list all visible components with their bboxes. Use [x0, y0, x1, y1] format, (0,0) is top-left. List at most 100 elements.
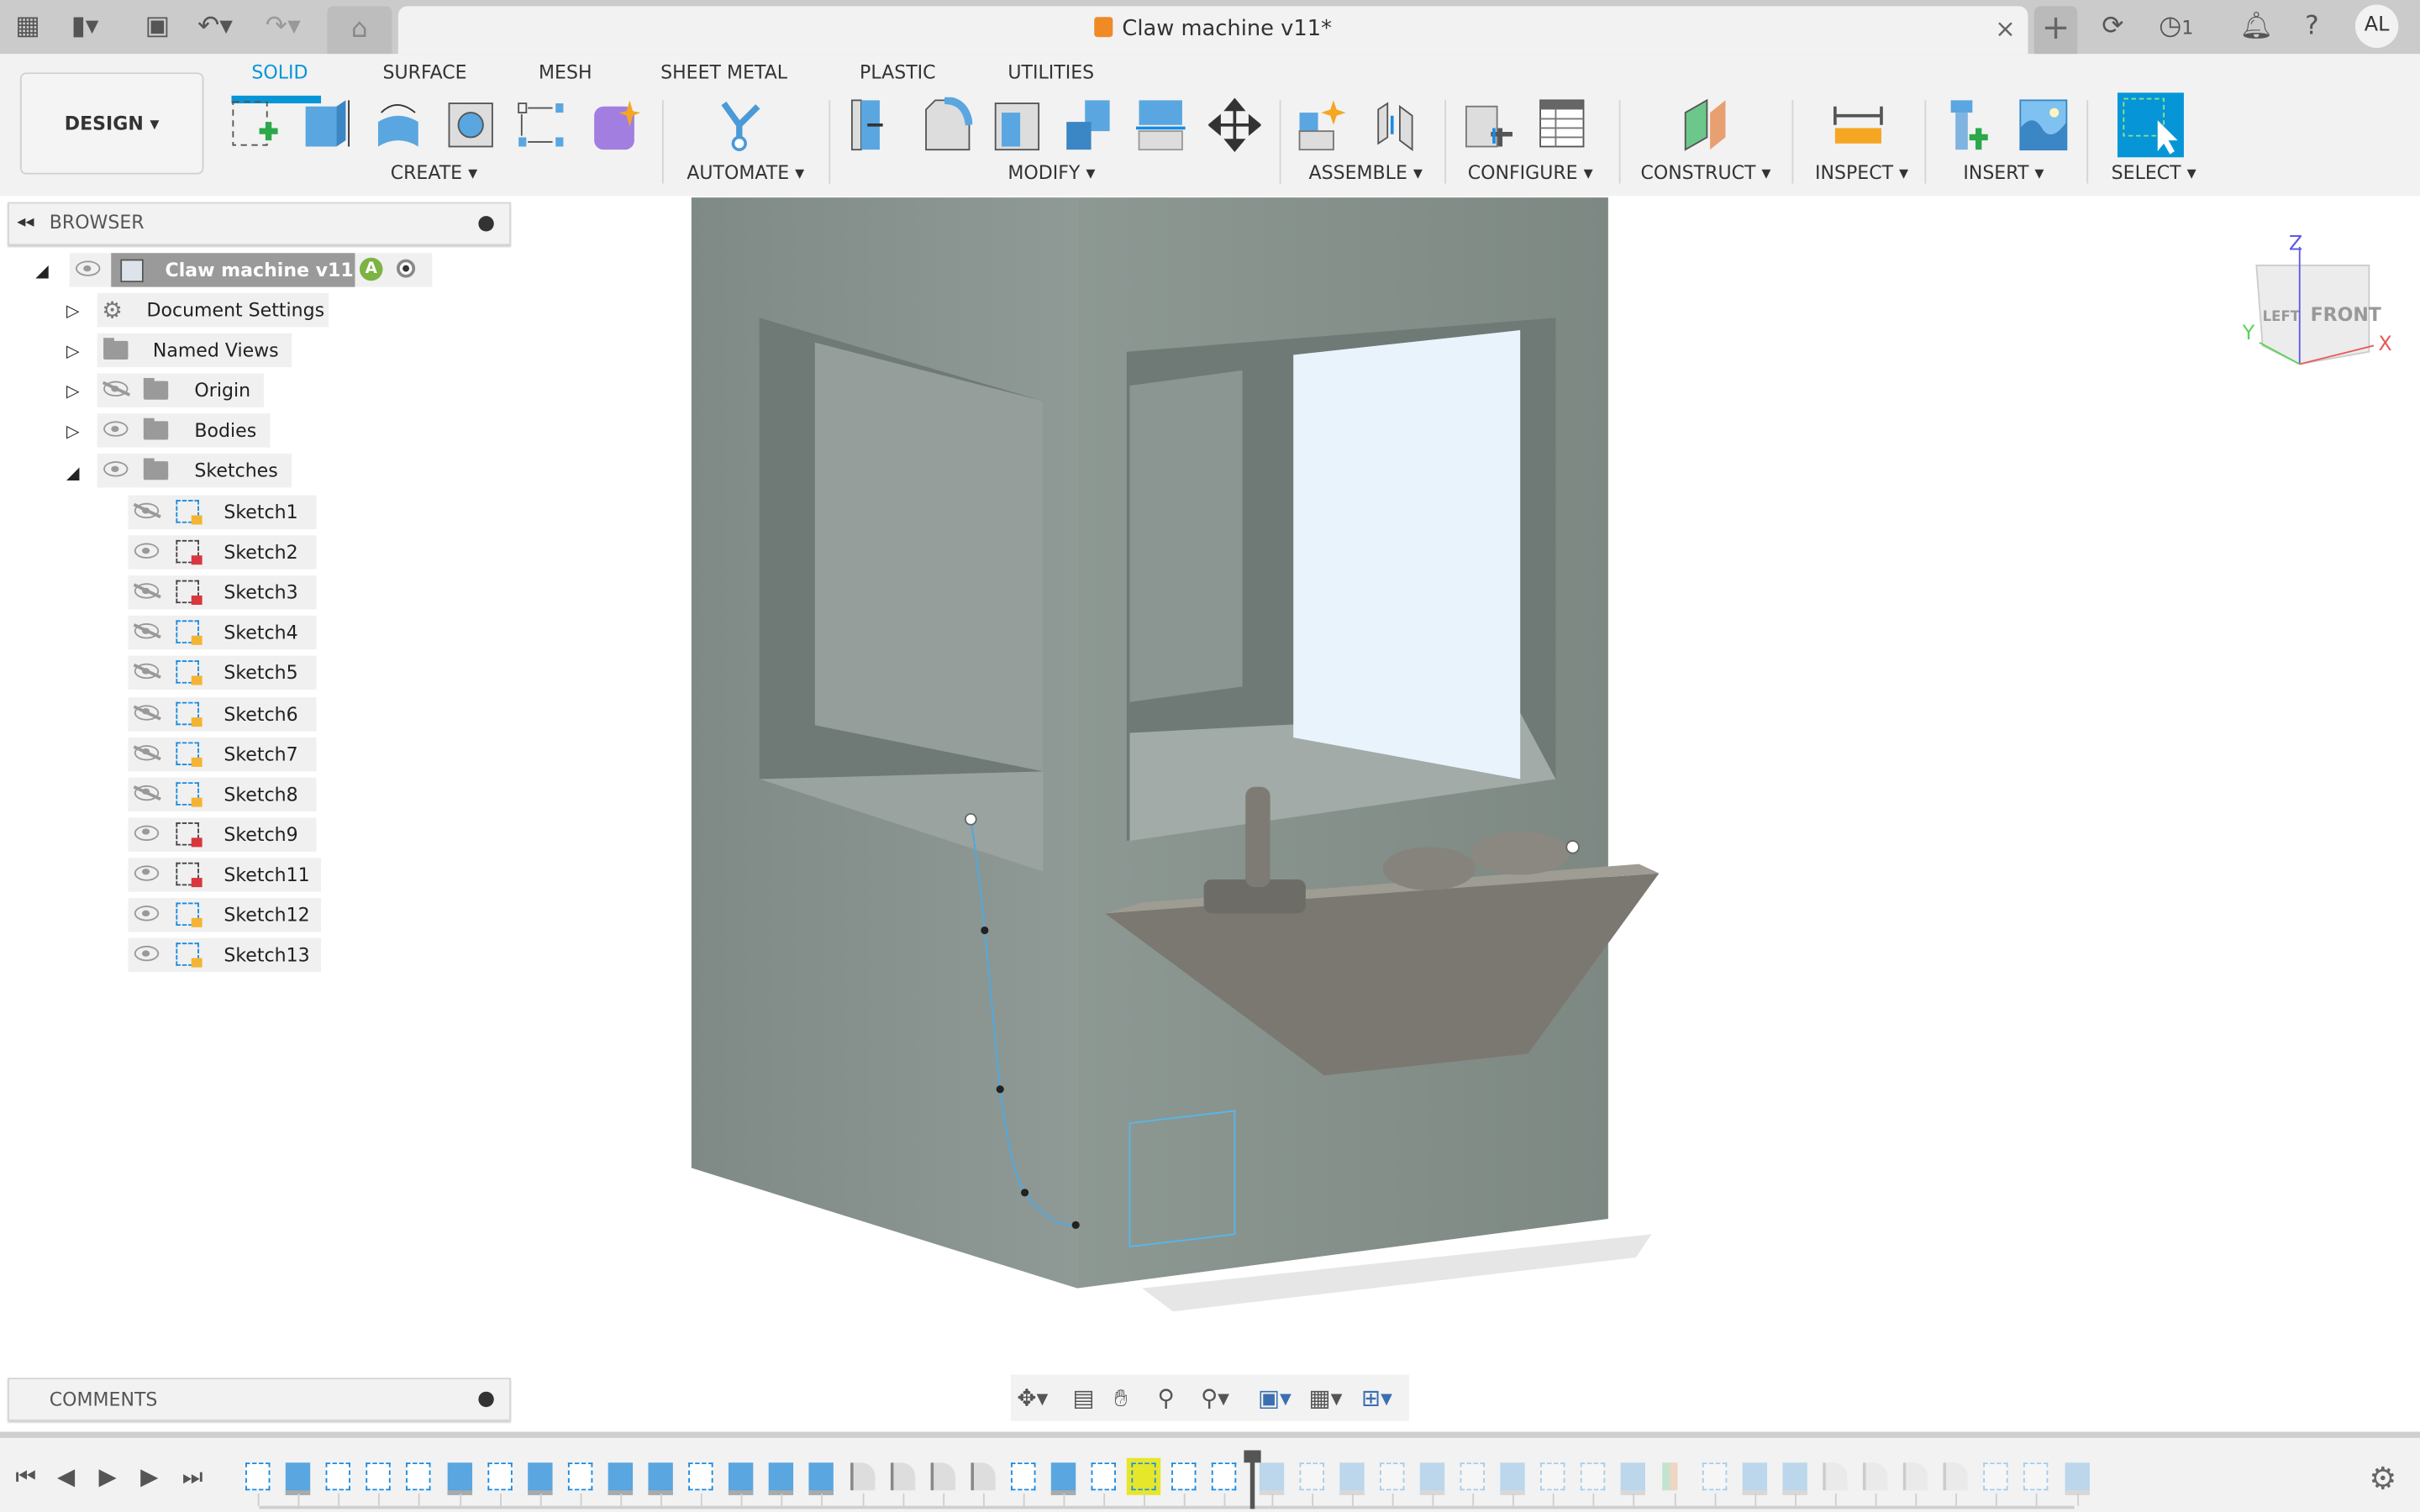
- timeline-sketch-feature[interactable]: [1212, 1462, 1237, 1491]
- expand-arrow-icon[interactable]: ▷: [66, 381, 80, 402]
- timeline-fillet-feature[interactable]: [970, 1462, 996, 1491]
- orbit-icon[interactable]: ✥▾: [1017, 1384, 1048, 1412]
- timeline-extrude-feature[interactable]: [1050, 1462, 1076, 1495]
- measure-icon[interactable]: [1832, 97, 1884, 153]
- timeline-sketch-feature[interactable]: [567, 1462, 592, 1491]
- activate-radio-icon[interactable]: [397, 259, 416, 278]
- timeline-sketch-feature[interactable]: [1379, 1462, 1405, 1491]
- timeline-extrude-feature[interactable]: [1419, 1462, 1444, 1495]
- tab-solid[interactable]: SOLID: [251, 61, 308, 83]
- visibility-eye-icon[interactable]: [76, 260, 101, 276]
- browser-item-sketch[interactable]: Sketch4: [128, 616, 317, 650]
- zoom-icon[interactable]: ⚲: [1158, 1384, 1175, 1412]
- undo-icon[interactable]: ↶▾: [197, 9, 233, 43]
- expand-arrow-icon[interactable]: ▷: [66, 421, 80, 441]
- workspace-switcher[interactable]: DESIGN ▾: [19, 72, 204, 175]
- visibility-eye-icon[interactable]: [134, 906, 160, 921]
- select-menu[interactable]: SELECT ▾: [2112, 162, 2196, 184]
- timeline-sketch-feature[interactable]: [2023, 1462, 2049, 1491]
- timeline-sketch-feature[interactable]: [1983, 1462, 2009, 1491]
- hidden-eye-icon[interactable]: [134, 785, 160, 801]
- expand-arrow-icon[interactable]: ▷: [66, 301, 80, 321]
- timeline-sketch-feature[interactable]: [1298, 1462, 1324, 1491]
- assemble-menu[interactable]: ASSEMBLE ▾: [1309, 162, 1423, 184]
- timeline-extrude-feature[interactable]: [285, 1462, 311, 1495]
- 3d-viewport[interactable]: LEFT FRONT Z X Y: [509, 196, 2420, 1368]
- browser-item-sketch[interactable]: Sketch9: [128, 817, 317, 852]
- timeline-extrude-feature[interactable]: [1782, 1462, 1807, 1495]
- hidden-eye-icon[interactable]: [134, 704, 160, 720]
- joint-icon[interactable]: [1369, 97, 1421, 153]
- timeline-extrude-feature[interactable]: [608, 1462, 633, 1495]
- home-tab[interactable]: ⌂: [327, 6, 392, 55]
- timeline-fillet-feature[interactable]: [1943, 1462, 1969, 1491]
- move-copy-icon[interactable]: [1208, 97, 1261, 153]
- construct-plane-icon[interactable]: [1679, 97, 1731, 153]
- notifications-bell-icon[interactable]: 🔔︎: [2239, 9, 2273, 43]
- automate-menu[interactable]: AUTOMATE ▾: [687, 162, 804, 184]
- sketch-point[interactable]: [1565, 840, 1580, 854]
- browser-item-sketch[interactable]: Sketch12: [128, 897, 322, 932]
- viewports-icon[interactable]: ⊞▾: [1361, 1384, 1392, 1412]
- timeline-sketch-feature[interactable]: [1010, 1462, 1036, 1491]
- modify-menu[interactable]: MODIFY ▾: [1007, 162, 1095, 184]
- select-icon[interactable]: [2118, 92, 2184, 158]
- timeline-extrude-feature[interactable]: [1500, 1462, 1525, 1495]
- construct-menu[interactable]: CONSTRUCT ▾: [1640, 162, 1770, 184]
- spline-point[interactable]: [1071, 1221, 1080, 1229]
- job-status-button[interactable]: ◷1: [2153, 9, 2199, 43]
- timeline-marker[interactable]: [1243, 1450, 1260, 1509]
- browser-item-sketch[interactable]: Sketch6: [128, 696, 317, 731]
- fillet-icon[interactable]: [920, 97, 973, 153]
- timeline-fillet-feature[interactable]: [850, 1462, 875, 1491]
- expand-arrow-icon[interactable]: ▷: [66, 341, 80, 361]
- tab-surface[interactable]: SURFACE: [383, 61, 467, 83]
- split-body-icon[interactable]: [1135, 97, 1188, 153]
- spline-point[interactable]: [981, 926, 989, 935]
- redo-icon[interactable]: ↷▾: [266, 9, 301, 43]
- timeline-extrude-feature[interactable]: [809, 1462, 834, 1495]
- timeline-sketch-feature[interactable]: [366, 1462, 392, 1491]
- comments-panel[interactable]: COMMENTS: [8, 1378, 511, 1421]
- tab-plastic[interactable]: PLASTIC: [860, 61, 936, 83]
- timeline-extrude-feature[interactable]: [1621, 1462, 1646, 1495]
- combine-icon[interactable]: [1064, 97, 1116, 153]
- browser-item-sketch[interactable]: Sketch2: [128, 535, 317, 570]
- configure-menu[interactable]: CONFIGURE ▾: [1468, 162, 1593, 184]
- visibility-eye-icon[interactable]: [103, 421, 129, 437]
- insert-menu[interactable]: INSERT ▾: [1963, 162, 2044, 184]
- timeline-sketch-feature[interactable]: [1460, 1462, 1485, 1491]
- sync-icon[interactable]: ⟳: [2096, 9, 2129, 43]
- timeline-fillet-feature[interactable]: [1822, 1462, 1848, 1491]
- browser-item-sketch[interactable]: Sketch11: [128, 858, 322, 892]
- timeline-fillet-feature[interactable]: [890, 1462, 915, 1491]
- timeline-fillet-feature[interactable]: [929, 1462, 955, 1491]
- timeline-extrude-feature[interactable]: [1742, 1462, 1767, 1495]
- visibility-eye-icon[interactable]: [134, 946, 160, 962]
- help-icon[interactable]: ?: [2295, 9, 2328, 43]
- shell-icon[interactable]: [991, 97, 1043, 153]
- hidden-eye-icon[interactable]: [134, 744, 160, 760]
- spline-point[interactable]: [996, 1085, 1004, 1094]
- timeline-extrude-feature[interactable]: [1258, 1462, 1284, 1495]
- extrude-icon[interactable]: [299, 97, 351, 153]
- timeline-sketch-feature[interactable]: [1171, 1462, 1197, 1491]
- create-sketch-icon[interactable]: [229, 97, 281, 153]
- revolve-icon[interactable]: [372, 97, 424, 153]
- timeline-plane-feature[interactable]: [1661, 1462, 1677, 1491]
- browser-item-sketch[interactable]: Sketch5: [128, 656, 317, 690]
- inspect-menu[interactable]: INSPECT ▾: [1815, 162, 1908, 184]
- spline-endpoint[interactable]: [964, 812, 977, 826]
- insert-mcmaster-bolt-icon[interactable]: [1948, 97, 2000, 153]
- visibility-eye-icon[interactable]: [134, 825, 160, 841]
- hidden-eye-icon[interactable]: [134, 502, 160, 519]
- spline-point[interactable]: [1021, 1189, 1029, 1197]
- insert-canvas-icon[interactable]: [2018, 97, 2070, 153]
- go-to-start-button[interactable]: ⏮︎: [15, 1462, 36, 1490]
- browser-item-bodies[interactable]: Bodies: [97, 413, 271, 448]
- app-grid-icon[interactable]: ▦: [11, 9, 45, 43]
- look-at-icon[interactable]: ▤: [1073, 1384, 1095, 1412]
- collapse-arrow-icon[interactable]: ◢: [66, 463, 80, 483]
- browser-item-sketch[interactable]: Sketch3: [128, 575, 317, 610]
- hidden-eye-icon[interactable]: [103, 381, 129, 397]
